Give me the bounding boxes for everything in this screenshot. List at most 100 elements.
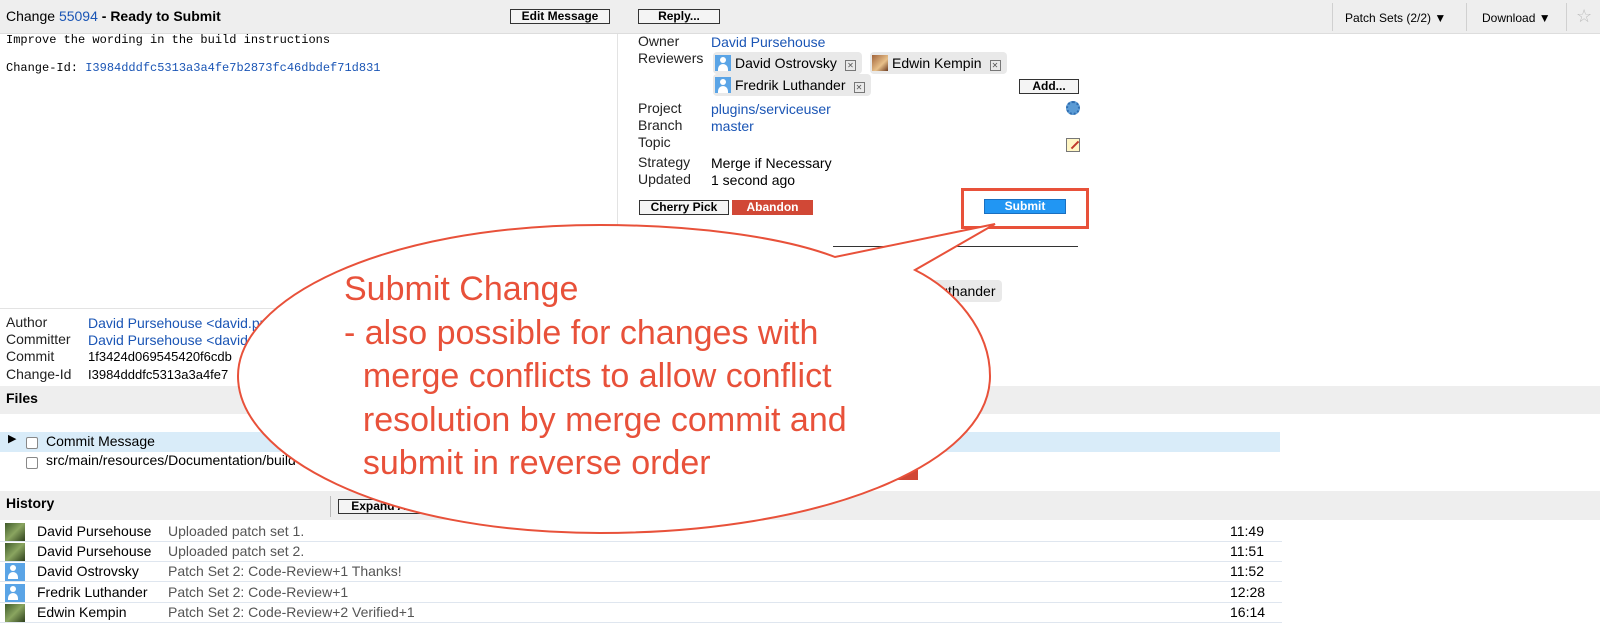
history-time: 16:14	[1230, 604, 1266, 620]
strategy-value: Merge if Necessary	[711, 155, 832, 171]
reviewer-chip[interactable]: Edwin Kempin ✕	[870, 52, 1007, 74]
star-icon[interactable]: ☆	[1576, 6, 1592, 27]
change-id-link[interactable]: I3984dddfc5313a3a4fe7b2873fc46dbdef71d83…	[85, 61, 380, 75]
commit-subject: Improve the wording in the build instruc…	[6, 33, 331, 47]
committer-link[interactable]: David Pursehouse <david	[88, 332, 248, 348]
history-author: David Pursehouse	[37, 523, 152, 539]
callout-line: merge conflicts to allow conflict	[344, 357, 832, 395]
history-row[interactable]: David Pursehouse Uploaded patch set 2. 11:…	[0, 542, 1282, 562]
project-link[interactable]: plugins/serviceuser	[711, 101, 831, 117]
reviewer-chip[interactable]: drik Luthander	[900, 280, 1002, 302]
commit-hash: 1f3424d069545420f6cdb	[88, 349, 232, 364]
callout-line: - also possible for changes with	[344, 313, 819, 352]
reviewed-checkbox[interactable]	[26, 457, 38, 469]
user-icon	[715, 55, 731, 71]
history-author: Edwin Kempin	[37, 604, 127, 620]
photo-icon	[5, 543, 25, 561]
divider	[1332, 3, 1333, 31]
reviewer-name: David Ostrovsky	[735, 55, 837, 71]
history-author: Fredrik Luthander	[37, 584, 148, 600]
owner-label: Owner	[638, 33, 680, 49]
topic-label: Topic	[638, 134, 671, 150]
history-row[interactable]: David Pursehouse Uploaded patch set 1. 11:…	[0, 522, 1282, 542]
history-time: 11:51	[1230, 543, 1264, 559]
separator-line	[833, 246, 1078, 247]
user-icon	[715, 77, 731, 93]
history-row[interactable]: Fredrik Luthander Patch Set 2: Code-Revie…	[0, 583, 1282, 603]
divider	[1566, 3, 1567, 31]
remove-reviewer-icon[interactable]: ✕	[844, 60, 856, 71]
file-name[interactable]: src/main/resources/Documentation/build	[46, 452, 296, 468]
history-row[interactable]: Edwin Kempin Patch Set 2: Code-Review+2 V…	[0, 603, 1282, 623]
branch-label: Branch	[638, 117, 683, 133]
reviewer-chip[interactable]: David Ostrovsky ✕	[713, 52, 862, 74]
divider	[330, 496, 331, 517]
owner-link[interactable]: David Pursehouse	[711, 34, 825, 50]
expand-all-button[interactable]: Expand All	[338, 499, 426, 514]
history-row[interactable]: David Ostrovsky Patch Set 2: Code-Review+…	[0, 562, 1282, 582]
history-message: Uploaded patch set 2.	[168, 543, 305, 559]
change-id-value: I3984dddfc5313a3a4fe7	[88, 367, 229, 382]
branch-link[interactable]: master	[711, 118, 754, 134]
callout-line: submit in reverse order	[344, 444, 711, 482]
history-message: Uploaded patch set 1.	[168, 523, 305, 539]
history-author: David Ostrovsky	[37, 563, 139, 579]
history-section-bar	[0, 491, 1600, 520]
history-message: Patch Set 2: Code-Review+1	[168, 584, 349, 600]
change-status: - Ready to Submit	[97, 8, 221, 24]
history-time: 11:52	[1230, 563, 1264, 579]
photo-icon	[5, 604, 25, 622]
history-message: Patch Set 2: Code-Review+2 Verified+1	[168, 604, 415, 620]
project-label: Project	[638, 100, 682, 116]
diff-bar	[880, 470, 918, 480]
cherry-pick-button[interactable]: Cherry Pick	[639, 200, 729, 215]
edit-topic-icon[interactable]	[1066, 138, 1080, 152]
updated-label: Updated	[638, 171, 691, 187]
abandon-button[interactable]: Abandon	[732, 200, 813, 215]
committer-label: Committer	[6, 331, 71, 347]
reviewers-label: Reviewers	[638, 50, 704, 66]
strategy-label: Strategy	[638, 154, 691, 170]
file-name[interactable]: Commit Message	[46, 433, 155, 449]
edit-message-button[interactable]: Edit Message	[510, 9, 610, 24]
callout-line: resolution by merge commit and	[344, 400, 847, 439]
user-icon	[5, 584, 25, 602]
photo-icon	[5, 523, 25, 541]
history-time: 12:28	[1230, 584, 1266, 600]
reply-button[interactable]: Reply...	[638, 9, 720, 24]
change-header-bar: Change 55094 - Ready to Submit Edit Mess…	[0, 0, 1600, 34]
remove-reviewer-icon[interactable]: ✕	[989, 60, 1001, 71]
files-title: Files	[6, 390, 38, 406]
callout-text: Submit Change - also possible for change…	[344, 268, 847, 486]
panel-divider	[617, 34, 618, 302]
history-time: 11:49	[1230, 523, 1264, 539]
remove-reviewer-icon[interactable]: ✕	[853, 82, 865, 93]
gear-icon[interactable]	[1066, 101, 1080, 115]
commit-change-id: Change-Id: I3984dddfc5313a3a4fe7b2873fc4…	[6, 61, 380, 75]
user-icon	[5, 563, 25, 581]
patch-sets-dropdown[interactable]: Patch Sets (2/2) ▼	[1345, 11, 1446, 25]
submit-button[interactable]: Submit	[984, 199, 1066, 214]
page-title: Change 55094 - Ready to Submit	[6, 8, 221, 24]
reviewer-name: Fredrik Luthander	[735, 77, 846, 93]
callout-title: Submit Change	[344, 270, 579, 308]
author-link[interactable]: David Pursehouse <david.pu	[88, 315, 267, 331]
photo-icon	[872, 55, 888, 71]
history-message: Patch Set 2: Code-Review+1 Thanks!	[168, 563, 402, 579]
reviewer-name: Edwin Kempin	[892, 55, 982, 71]
download-dropdown[interactable]: Download ▼	[1482, 11, 1551, 25]
expand-arrow-icon[interactable]: ▶	[8, 432, 16, 445]
add-reviewer-button[interactable]: Add...	[1019, 79, 1079, 94]
history-title: History	[6, 495, 55, 511]
commit-label: Commit	[6, 348, 55, 364]
change-number-link[interactable]: 55094	[59, 8, 98, 24]
reviewer-chip[interactable]: Fredrik Luthander ✕	[713, 74, 871, 96]
author-label: Author	[6, 314, 48, 330]
change-id-label: Change-Id:	[6, 61, 86, 75]
reviewed-checkbox[interactable]	[26, 437, 38, 449]
divider	[1466, 3, 1467, 31]
change-prefix: Change	[6, 8, 59, 24]
updated-value: 1 second ago	[711, 172, 796, 188]
history-author: David Pursehouse	[37, 543, 152, 559]
change-id-row-label: Change-Id	[6, 366, 72, 382]
